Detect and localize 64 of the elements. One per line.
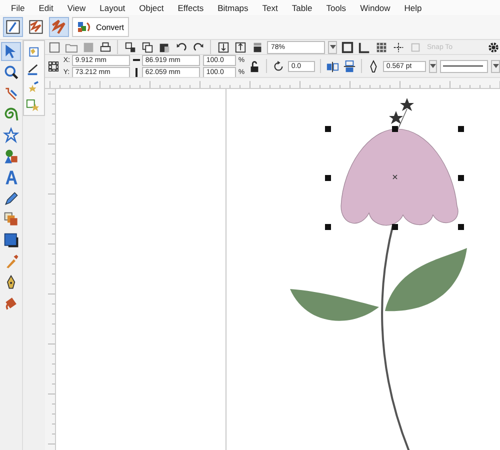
- convert-button[interactable]: Convert: [72, 17, 130, 37]
- brush-icon: [4, 18, 22, 36]
- mode-button[interactable]: [3, 17, 23, 37]
- dropdown-button[interactable]: [328, 40, 337, 54]
- grid-icon[interactable]: [374, 40, 388, 54]
- menu-item[interactable]: Table: [292, 2, 312, 12]
- export-icon[interactable]: [233, 40, 247, 54]
- shapes-icon: [2, 148, 20, 165]
- menu-item[interactable]: View: [67, 2, 86, 12]
- caret-icon: [330, 45, 336, 49]
- selection-handle[interactable]: [325, 175, 331, 181]
- dropdown-button[interactable]: [491, 60, 500, 72]
- selection-handle[interactable]: [458, 126, 464, 132]
- guidelines-icon[interactable]: [391, 40, 405, 54]
- dropdown-button[interactable]: [428, 60, 438, 72]
- spiral-icon: [2, 106, 20, 123]
- menu-item[interactable]: Help: [404, 2, 422, 12]
- rotate-icon[interactable]: [272, 59, 286, 73]
- shapes-icon: [77, 20, 93, 34]
- fill-icon: [2, 232, 20, 249]
- freehand-icon: [2, 85, 20, 102]
- selection-handle[interactable]: [325, 224, 331, 230]
- star: [389, 111, 403, 124]
- menu-item[interactable]: Layout: [100, 2, 126, 12]
- wave-icon: [50, 18, 68, 36]
- pencil-icon: [2, 190, 20, 207]
- menu-item[interactable]: Text: [262, 2, 278, 12]
- menu-item[interactable]: Tools: [326, 2, 346, 12]
- height-icon: [133, 68, 140, 76]
- rulers-icon[interactable]: [357, 40, 371, 54]
- star: [400, 98, 414, 111]
- menu-item[interactable]: Bitmaps: [218, 2, 248, 12]
- selection-handle[interactable]: [392, 126, 398, 132]
- center-mark: [392, 174, 398, 180]
- printer-icon[interactable]: [98, 40, 112, 54]
- bucket-icon: [2, 295, 20, 312]
- mirror-vertical-icon[interactable]: [342, 59, 356, 73]
- selection-handle[interactable]: [325, 126, 331, 132]
- star-icon: [2, 127, 20, 144]
- zoom-icon: [2, 64, 20, 81]
- line-style-field[interactable]: [440, 60, 488, 72]
- new-document-icon[interactable]: [47, 40, 61, 54]
- caret-icon: [430, 64, 436, 68]
- settings-icon[interactable]: [486, 40, 500, 54]
- mirror-horizontal-icon[interactable]: [326, 59, 340, 73]
- star-tool[interactable]: [1, 126, 21, 145]
- copy-icon[interactable]: [140, 40, 154, 54]
- menu-item[interactable]: Window: [360, 2, 390, 12]
- solid-line-icon: [443, 65, 484, 67]
- selection-handle[interactable]: [392, 224, 398, 230]
- menu-item[interactable]: Object: [139, 2, 164, 12]
- position-icon[interactable]: [47, 59, 60, 73]
- menu-item[interactable]: File: [11, 2, 25, 12]
- zigzag-icon: [27, 18, 45, 36]
- star-frame-icon[interactable]: [25, 98, 39, 112]
- transparency-icon: [2, 211, 20, 228]
- selection-handle[interactable]: [458, 224, 464, 230]
- full-screen-icon[interactable]: [340, 40, 354, 54]
- leader-line: [398, 108, 408, 130]
- selection-handle[interactable]: [458, 175, 464, 181]
- menu-item[interactable]: Effects: [178, 2, 204, 12]
- caret-icon: [492, 64, 499, 68]
- menu-item[interactable]: Edit: [38, 2, 54, 12]
- pointer-tool[interactable]: [1, 42, 21, 61]
